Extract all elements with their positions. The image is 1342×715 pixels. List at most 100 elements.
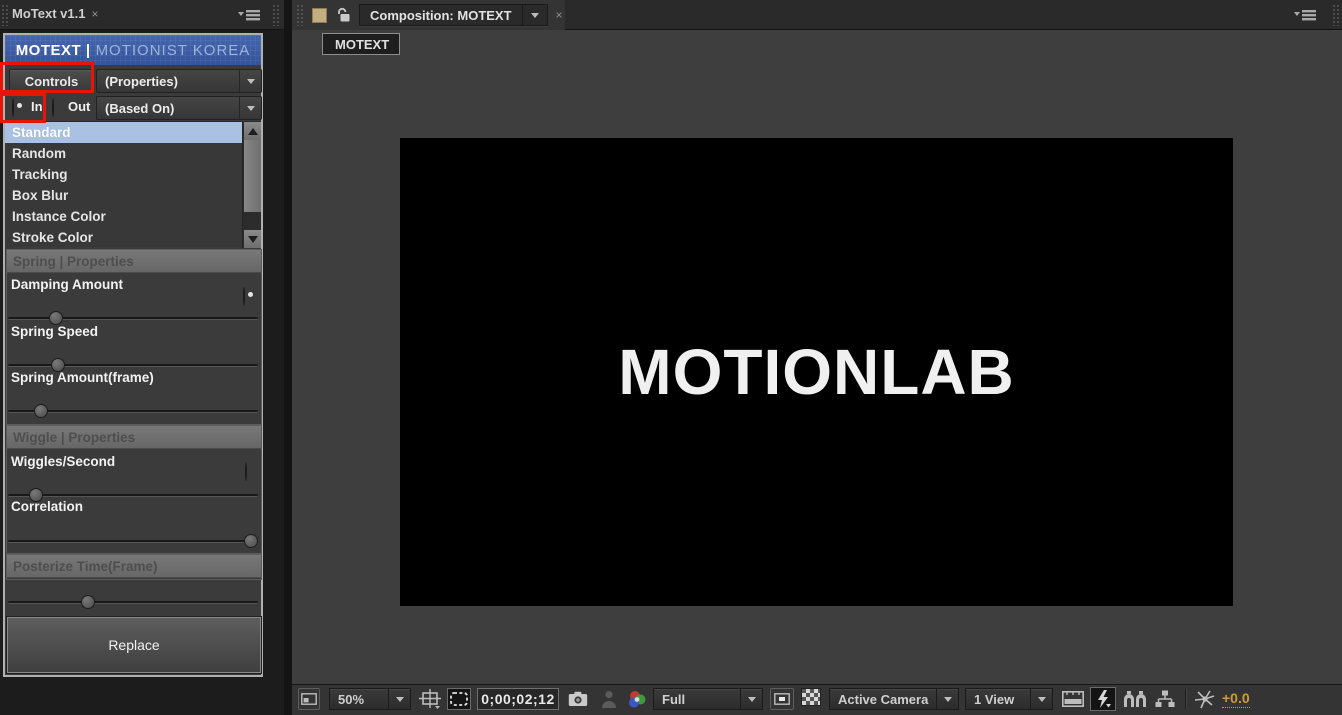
show-channel-icon[interactable] [625, 688, 649, 710]
tab-composition[interactable]: Composition: MOTEXT × [292, 0, 565, 30]
slider-knob[interactable] [243, 534, 258, 548]
toggle-mask-visibility-icon[interactable] [770, 688, 794, 710]
toggle-timeline-icon[interactable] [1060, 688, 1086, 710]
list-scrollbar[interactable] [242, 122, 261, 248]
damping-amount-slider[interactable] [8, 311, 258, 325]
flowchart-icon[interactable] [1152, 688, 1178, 710]
posterize-time-slider[interactable] [8, 595, 258, 609]
dropdown-arrow-icon[interactable] [388, 689, 410, 709]
comp-panel-tabbar: Composition: MOTEXT × [292, 0, 1342, 30]
in-radio[interactable] [12, 98, 14, 117]
controls-button[interactable]: Controls [9, 69, 94, 93]
based-on-dropdown[interactable]: (Based On) [96, 96, 262, 120]
comp-color-swatch-icon [312, 7, 327, 23]
camera-view-dropdown[interactable]: Active Camera [829, 688, 959, 710]
correlation-label: Correlation [11, 499, 84, 514]
composition-tab-title: Composition: MOTEXT [370, 7, 512, 23]
properties-dropdown-value: (Properties) [105, 73, 178, 89]
composition-selector[interactable]: Composition: MOTEXT [359, 4, 548, 26]
fast-previews-icon[interactable] [1090, 687, 1116, 711]
panel-splitter[interactable] [284, 0, 292, 715]
spring-amount-label: Spring Amount(frame) [11, 370, 154, 385]
exposure-value[interactable]: +0.0 [1222, 690, 1250, 708]
wiggle-section-header: Wiggle | Properties [7, 426, 261, 449]
list-item-random[interactable]: Random [5, 143, 242, 164]
posterize-section: Posterize Time(Frame) [6, 554, 262, 580]
list-item-instance-color[interactable]: Instance Color [5, 206, 242, 227]
damping-amount-label: Damping Amount [11, 277, 123, 292]
tab-title: MoText v1.1 [12, 6, 86, 21]
spring-speed-label: Spring Speed [11, 324, 99, 339]
timecode-value: 0;00;02;12 [481, 691, 555, 707]
snapshot-camera-icon[interactable] [566, 688, 590, 710]
slider-knob[interactable] [33, 404, 48, 418]
panel-grip[interactable] [296, 4, 304, 26]
comp-tab-close-icon[interactable]: × [556, 8, 563, 22]
out-radio-label: Out [68, 99, 91, 114]
grid-guides-icon[interactable] [418, 688, 442, 710]
viewer-tab-label: MOTEXT [335, 36, 390, 52]
view-layout-value: 1 View [974, 691, 1015, 707]
dropdown-arrow-icon[interactable] [740, 689, 762, 709]
panel-grip[interactable] [272, 4, 280, 26]
composition-viewer: MOTEXT MOTIONLAB [292, 30, 1342, 684]
transparency-grid-icon[interactable] [801, 688, 821, 706]
dropdown-arrow-icon[interactable] [239, 97, 261, 119]
panel-menu-icon[interactable] [238, 8, 262, 22]
preset-list: Standard Random Tracking Box Blur Instan… [5, 121, 261, 248]
always-preview-icon[interactable] [298, 688, 320, 710]
zoom-dropdown[interactable]: 50% [329, 688, 411, 710]
scroll-down-button[interactable] [244, 230, 261, 248]
replace-button-label: Replace [108, 637, 160, 653]
dropdown-arrow-icon[interactable] [523, 12, 547, 18]
composition-canvas[interactable]: MOTIONLAB [400, 138, 1233, 606]
panel-menu-icon[interactable] [1294, 8, 1318, 22]
list-item-box-blur[interactable]: Box Blur [5, 185, 242, 206]
canvas-text: MOTIONLAB [618, 336, 1015, 408]
brand-name: MOTEXT | [15, 41, 91, 59]
app-window: MoText v1.1 × MOTEXT | MOTIONIST KOREA C… [0, 0, 1342, 715]
spring-amount-slider[interactable] [8, 404, 258, 418]
viewer-tab-motext[interactable]: MOTEXT [322, 33, 400, 55]
dropdown-arrow-icon[interactable] [1030, 689, 1052, 709]
dropdown-arrow-icon[interactable] [239, 70, 261, 92]
brand-header: MOTEXT | MOTIONIST KOREA [5, 35, 261, 65]
camera-view-value: Active Camera [838, 691, 929, 707]
slider-knob[interactable] [81, 595, 95, 609]
list-item-tracking[interactable]: Tracking [5, 164, 242, 185]
wiggles-second-radio[interactable] [245, 462, 247, 481]
unlock-icon[interactable] [335, 7, 351, 23]
out-radio[interactable] [52, 98, 54, 117]
timecode-display[interactable]: 0;00;02;12 [477, 688, 559, 710]
damping-amount-radio[interactable] [243, 287, 245, 306]
scroll-thumb[interactable] [244, 140, 261, 212]
left-panel-tabbar: MoText v1.1 × [0, 0, 284, 30]
resolution-value: Full [662, 691, 686, 707]
reset-exposure-icon[interactable] [1192, 688, 1218, 710]
toolbar-divider [1185, 689, 1186, 709]
properties-dropdown[interactable]: (Properties) [96, 69, 262, 93]
list-item-standard[interactable]: Standard [5, 122, 242, 143]
tab-motext-plugin[interactable]: MoText v1.1 × [12, 6, 98, 21]
panel-grip[interactable] [1332, 4, 1340, 26]
tab-close-icon[interactable]: × [91, 7, 98, 21]
panel-grip[interactable] [1, 4, 9, 26]
in-radio-label: In [31, 99, 43, 114]
view-layout-dropdown[interactable]: 1 View [965, 688, 1053, 710]
resolution-dropdown[interactable]: Full [653, 688, 763, 710]
correlation-slider[interactable] [8, 534, 258, 548]
replace-button[interactable]: Replace [6, 616, 262, 674]
controls-button-label: Controls [24, 73, 79, 89]
motext-panel: MOTEXT | MOTIONIST KOREA Controls (Prope… [0, 30, 284, 715]
slider-knob[interactable] [48, 311, 63, 325]
posterize-section-header: Posterize Time(Frame) [7, 555, 261, 578]
mini-flowchart-icon[interactable] [1122, 688, 1148, 710]
based-on-dropdown-value: (Based On) [105, 100, 175, 116]
list-item-stroke-color[interactable]: Stroke Color [5, 227, 242, 248]
scroll-up-button[interactable] [244, 122, 261, 140]
show-snapshot-icon[interactable] [598, 688, 620, 710]
comp-toolbar: 50% 0;00;02;12 Full Active Camera 1 View… [292, 684, 1342, 715]
dropdown-arrow-icon[interactable] [936, 689, 958, 709]
wiggles-second-label: Wiggles/Second [11, 454, 116, 469]
region-of-interest-icon[interactable] [447, 688, 471, 710]
